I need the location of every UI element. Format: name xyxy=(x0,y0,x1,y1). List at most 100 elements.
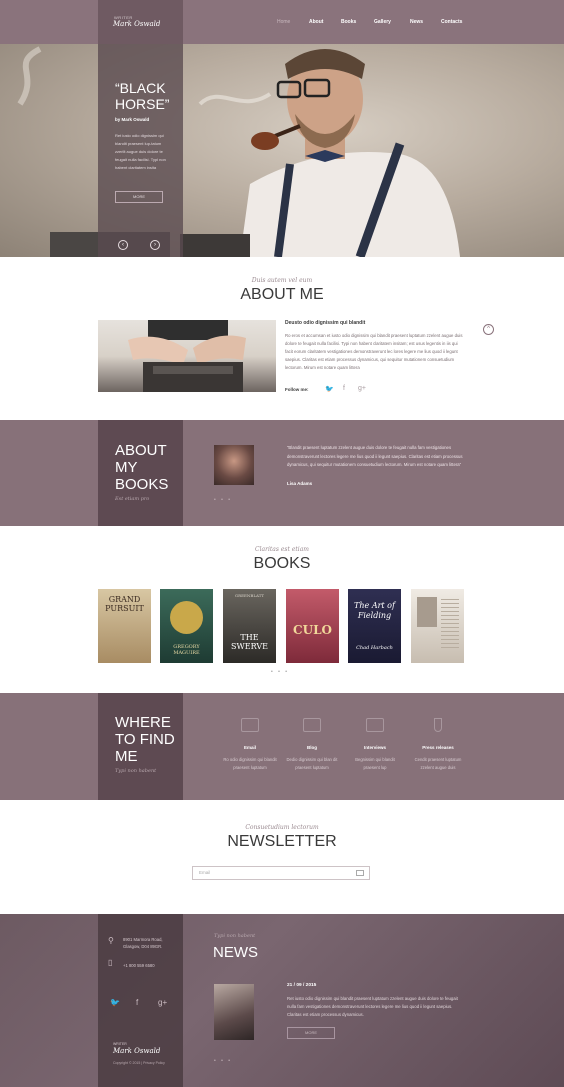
books-pagination[interactable]: • • • xyxy=(271,669,289,675)
where-interviews[interactable]: Interviews Begnissim qui blandit praesen… xyxy=(347,718,403,771)
book-4-title: CULO xyxy=(293,623,332,637)
scroll-up-button[interactable]: ^ xyxy=(483,324,494,335)
hero-slider: “BLACK HORSE” by Mark Oswald Ret iusto o… xyxy=(0,44,564,257)
book-cover-6[interactable] xyxy=(411,589,464,663)
book-2-medallion xyxy=(170,601,203,634)
envelope-icon xyxy=(241,718,259,732)
where-blog-desc: Dedio dignissim qui blan dit praesent lu… xyxy=(286,757,338,770)
footer xyxy=(0,914,564,1087)
book-6-photo xyxy=(417,597,437,627)
facebook-icon[interactable]: f xyxy=(343,385,345,392)
tie-icon xyxy=(434,718,442,732)
hero-man-illustration xyxy=(17,46,460,257)
review-pagination[interactable]: • • • xyxy=(214,497,232,503)
typewriter-image xyxy=(128,320,246,392)
about-books-title-line-3: BOOKS xyxy=(115,476,169,493)
news-thumbnail[interactable] xyxy=(214,984,254,1040)
review-author: Lisa Adams xyxy=(287,481,313,486)
news-title: NEWS xyxy=(213,944,258,961)
twitter-icon[interactable]: 🐦 xyxy=(325,385,334,393)
footer-contact-box: ⚲ 8901 Marmora Road, Glasgow, D04 89GR. … xyxy=(98,914,183,1087)
where-box: WHERE TO FIND ME Typi non habent xyxy=(98,693,183,800)
nav-contacts[interactable]: Contacts xyxy=(441,19,462,25)
where-title: WHERE TO FIND ME xyxy=(115,714,175,765)
where-title-line-2: TO FIND xyxy=(115,731,175,748)
where-press-title: Press releases xyxy=(422,745,454,750)
nav-news[interactable]: News xyxy=(410,19,423,25)
about-title: ABOUT ME xyxy=(240,286,324,303)
browser-window-icon xyxy=(303,718,321,732)
hero-next-button[interactable]: › xyxy=(150,240,160,250)
book-cover-3[interactable]: GREENBLATT THE SWERVE xyxy=(223,589,276,663)
hero-author: by Mark Oswald xyxy=(115,117,150,122)
facebook-icon[interactable]: f xyxy=(136,998,138,1007)
newsletter-email-input[interactable]: Email xyxy=(192,866,370,880)
phone-icon: ▯ xyxy=(108,958,113,967)
where-email-title: Email xyxy=(243,745,256,750)
nav-about[interactable]: About xyxy=(309,19,323,25)
hero-prev-button[interactable]: ‹ xyxy=(118,240,128,250)
about-script: Duis autem vel eum xyxy=(251,277,313,284)
hero-more-button[interactable]: MORE xyxy=(115,191,163,203)
newsletter-placeholder: Email xyxy=(199,870,211,875)
book-cover-2[interactable]: GREGORY MAGUIRE xyxy=(160,589,213,663)
where-email[interactable]: Email Ro odio dignissim qui blandit prae… xyxy=(222,718,278,771)
about-books-title-line-2: MY xyxy=(115,459,138,476)
google-plus-icon[interactable]: g+ xyxy=(358,385,366,392)
hero-image xyxy=(0,44,564,257)
about-books-script: Est etiam pro xyxy=(115,496,150,502)
news-more-button[interactable]: MORE xyxy=(287,1027,335,1039)
book-2-title: GREGORY MAGUIRE xyxy=(173,644,200,656)
book-6-text-lines xyxy=(441,599,459,649)
news-pagination[interactable]: • • • xyxy=(214,1058,232,1064)
where-interviews-desc: Begnissim qui blandit praesent lup xyxy=(355,757,395,770)
follow-label: Follow me: xyxy=(285,387,309,392)
where-script: Typi non habent xyxy=(115,768,157,774)
hero-panel: “BLACK HORSE” by Mark Oswald Ret iusto o… xyxy=(98,44,183,257)
newsletter-title: NEWSLETTER xyxy=(227,833,337,850)
where-press[interactable]: Press releases Cendit praesent luptatum … xyxy=(410,718,466,771)
where-interviews-title: Interviews xyxy=(363,745,386,750)
where-title-line-3: ME xyxy=(115,748,138,765)
about-heading: Deusto odio dignissim qui blandit xyxy=(285,320,366,326)
twitter-icon[interactable]: 🐦 xyxy=(110,998,120,1007)
book-1-title: GRAND PURSUIT xyxy=(105,595,144,613)
hero-title-line-1: “BLACK xyxy=(115,80,166,96)
news-date: 21 / 09 / 2015 xyxy=(287,983,317,988)
about-books-box: ABOUT MY BOOKS Est etiam pro xyxy=(98,420,183,526)
book-cover-4[interactable]: CULO xyxy=(286,589,339,663)
book-cover-1[interactable]: GRAND PURSUIT xyxy=(98,589,151,663)
where-title-line-1: WHERE xyxy=(115,714,171,731)
footer-address: 8901 Marmora Road, Glasgow, D04 89GR. xyxy=(123,937,163,949)
footer-copyright[interactable]: Copyright © 2015 | Privacy Policy xyxy=(113,1060,165,1067)
nav-gallery[interactable]: Gallery xyxy=(374,19,391,25)
where-blog[interactable]: Blog Dedio dignissim qui blan dit praese… xyxy=(284,718,340,771)
where-band xyxy=(0,693,564,800)
book-cover-5[interactable]: The Art of Fielding Chad Harbach xyxy=(348,589,401,663)
news-text: Ret iusto odio dignissim qui blandit pra… xyxy=(287,996,458,1017)
news-script: Typi non habent xyxy=(214,933,256,939)
reviewer-avatar xyxy=(214,445,254,485)
hero-title: “BLACK HORSE” xyxy=(115,80,169,112)
nav-books[interactable]: Books xyxy=(341,19,356,25)
books-title: BOOKS xyxy=(253,555,311,572)
google-plus-icon[interactable]: g+ xyxy=(158,998,167,1007)
envelope-icon[interactable] xyxy=(356,870,364,876)
book-5-title: The Art of Fielding xyxy=(354,601,395,620)
where-press-desc: Cendit praesent luptatum zzelent augue d… xyxy=(414,757,462,770)
footer-phone: +1 800 559 6580 xyxy=(123,963,155,968)
about-books-title: ABOUT MY BOOKS xyxy=(115,442,168,493)
hero-title-line-2: HORSE” xyxy=(115,96,170,112)
newsletter-script: Consuetudium lectorum xyxy=(245,824,319,831)
footer-brand-name: Mark Oswald xyxy=(113,1047,161,1055)
brand-logo[interactable]: WRITER Mark Oswald xyxy=(98,0,183,44)
about-books-band xyxy=(0,420,564,526)
brand-name: Mark Oswald xyxy=(113,20,161,28)
about-books-title-line-1: ABOUT xyxy=(115,442,167,459)
nav-home[interactable]: Home xyxy=(277,19,290,25)
review-quote: “Blandit praesent luptatum zzelent augue… xyxy=(287,445,463,467)
hero-description: Ret iusto odio dignissim qui blandit pra… xyxy=(115,133,166,170)
where-blog-title: Blog xyxy=(307,745,317,750)
where-email-desc: Ro odio dignissim qui blandit praesent l… xyxy=(223,757,277,770)
about-image xyxy=(98,320,276,392)
